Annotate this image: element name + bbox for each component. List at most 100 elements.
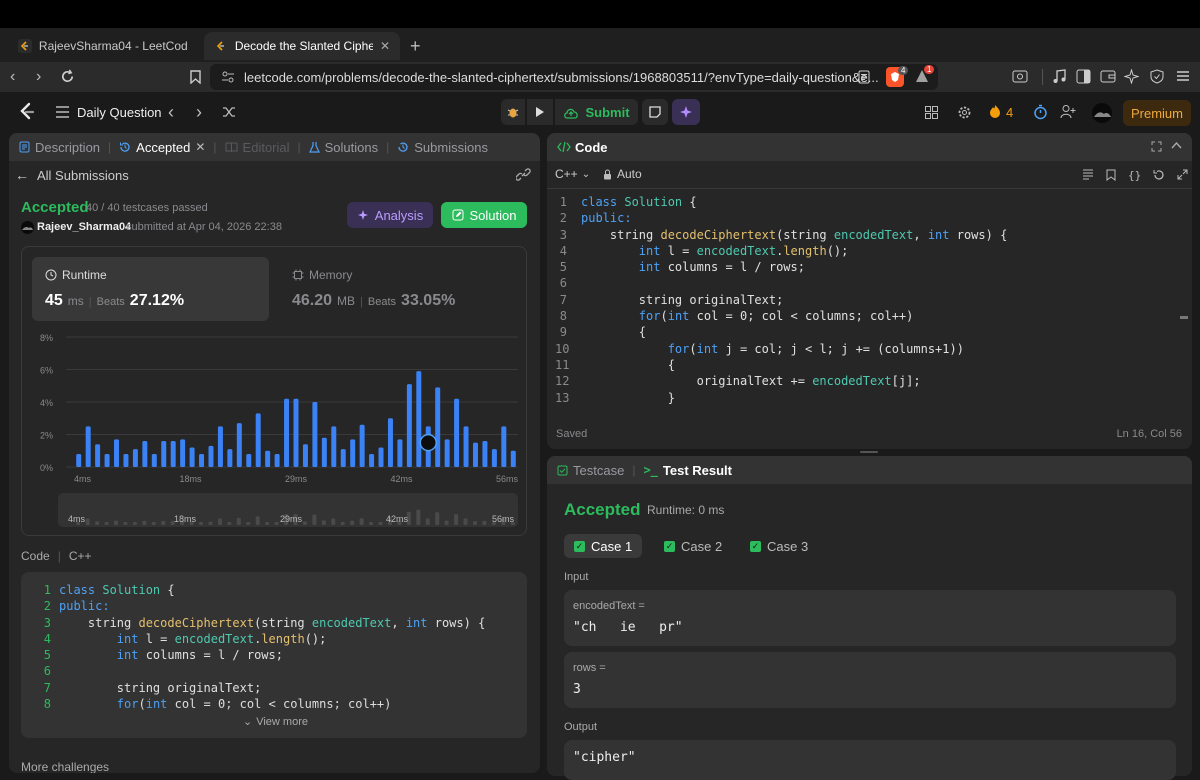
tab-description[interactable]: Description xyxy=(9,140,108,155)
system-menu-bar xyxy=(0,0,1200,28)
bookmark-icon[interactable] xyxy=(190,70,201,84)
reload-icon[interactable] xyxy=(60,69,75,84)
browser-tab-problem[interactable]: Decode the Slanted Ciphertext ✕ xyxy=(204,32,400,60)
auto-mode-label: Auto xyxy=(617,167,642,181)
navigator-bar xyxy=(425,518,430,525)
runtime-distribution-chart[interactable]: 8% 6% 4% 2% 0% 4ms 18ms 29ms 42ms 56ms 4ms 18ms 29ms… xyxy=(22,327,526,537)
submission-status: Accepted xyxy=(21,199,89,216)
auto-mode-toggle[interactable]: Auto xyxy=(603,167,642,181)
code-line: 7 string originalText; xyxy=(555,292,1175,308)
description-icon xyxy=(19,141,30,153)
tab-solutions[interactable]: Solutions xyxy=(301,140,386,155)
view-more-button[interactable]: ⌄ View more xyxy=(243,715,308,729)
random-problem-icon[interactable] xyxy=(222,105,236,119)
premium-button[interactable]: Premium xyxy=(1123,100,1191,126)
bookmark-icon[interactable] xyxy=(1106,169,1116,181)
language-select[interactable]: C++ ⌄ xyxy=(555,167,590,181)
line-number: 5 xyxy=(559,260,567,275)
code-line: 13 } xyxy=(555,390,1175,406)
leo-ai-icon[interactable] xyxy=(1124,69,1139,84)
submission-panel: Description | Accepted ✕ | Editorial | S… xyxy=(9,133,540,773)
user-avatar[interactable] xyxy=(21,221,34,234)
var-name: rows = xyxy=(573,662,606,674)
runtime-box[interactable]: Runtime 45 ms | Beats 27.12% xyxy=(32,257,269,321)
username-link[interactable]: Rajeev_Sharma04 xyxy=(37,221,131,233)
navigator-bar xyxy=(123,522,128,525)
settings-gear-icon[interactable] xyxy=(957,105,972,120)
expand-icon[interactable] xyxy=(1177,169,1188,180)
var-value: 3 xyxy=(573,682,581,697)
tab-submissions[interactable]: Submissions xyxy=(389,140,496,155)
address-bar[interactable]: leetcode.com/problems/decode-the-slanted… xyxy=(210,64,938,90)
share-link-icon[interactable] xyxy=(516,168,531,181)
problem-list-icon[interactable] xyxy=(56,106,69,118)
code-label: Code xyxy=(21,549,50,563)
runtime-bar xyxy=(501,426,507,467)
screenshot-icon[interactable] xyxy=(1012,69,1028,84)
runtime-bar xyxy=(369,454,375,467)
reader-mode-icon[interactable] xyxy=(858,70,870,84)
vpn-icon[interactable] xyxy=(1150,69,1164,84)
input-label: Input xyxy=(564,571,589,583)
submit-button[interactable]: Submit xyxy=(555,99,638,125)
runtime-bar xyxy=(284,398,290,467)
notes-button[interactable] xyxy=(642,99,668,125)
navigator-bar xyxy=(302,521,307,525)
braces-icon[interactable]: {} xyxy=(1128,169,1141,182)
tab-label: Editorial xyxy=(242,139,290,155)
fullscreen-icon[interactable] xyxy=(1151,141,1162,152)
case-1-tab[interactable]: ✓ Case 1 xyxy=(564,534,643,558)
music-icon[interactable] xyxy=(1052,69,1066,84)
tab-label: Accepted xyxy=(136,139,191,155)
memory-box[interactable]: Memory 46.20 MB | Beats 33.05% xyxy=(282,257,519,321)
next-problem-icon[interactable]: › xyxy=(196,102,202,123)
ai-assist-button[interactable] xyxy=(672,99,700,125)
case-3-tab[interactable]: ✓ Case 3 xyxy=(740,534,818,558)
tab-testcase[interactable]: Testcase xyxy=(547,463,632,478)
prev-problem-icon[interactable]: ‹ xyxy=(168,102,174,123)
runtime-bar xyxy=(274,454,280,467)
back-icon[interactable]: ‹ xyxy=(10,68,15,86)
panel-resize-handle[interactable] xyxy=(860,451,878,453)
close-tab-icon[interactable]: ✕ xyxy=(195,140,205,154)
browser-tab-title: RajeevSharma04 - LeetCode Profil xyxy=(38,39,188,53)
case-2-tab[interactable]: ✓ Case 2 xyxy=(654,534,732,558)
solution-button[interactable]: Solution xyxy=(441,202,527,228)
my-submission-marker xyxy=(419,433,438,452)
leetcode-logo-icon[interactable] xyxy=(18,102,36,122)
collapse-icon[interactable] xyxy=(1171,141,1182,149)
scrollbar-thumb[interactable] xyxy=(1180,316,1188,319)
debug-button[interactable] xyxy=(501,99,525,125)
layout-icon[interactable] xyxy=(925,106,938,119)
runtime-bar xyxy=(123,454,129,467)
reset-icon[interactable] xyxy=(1153,169,1165,181)
runtime-beats: 27.12% xyxy=(129,292,185,309)
new-tab-icon[interactable]: + xyxy=(410,36,421,57)
add-collaborator-icon[interactable] xyxy=(1060,104,1076,119)
runtime-bar xyxy=(104,454,110,467)
tab-test-result[interactable]: >_ Test Result xyxy=(635,463,740,478)
history-icon xyxy=(120,142,130,152)
daily-question-link[interactable]: Daily Question xyxy=(77,105,162,120)
avatar[interactable] xyxy=(1092,103,1112,123)
code-line: 6 xyxy=(555,275,1175,291)
sidebar-icon[interactable] xyxy=(1076,69,1091,84)
close-tab-icon[interactable]: ✕ xyxy=(380,39,390,53)
menu-icon[interactable] xyxy=(1176,69,1190,83)
run-button[interactable] xyxy=(527,99,553,125)
forward-icon[interactable]: › xyxy=(36,68,41,86)
tab-accepted[interactable]: Accepted ✕ xyxy=(111,140,213,155)
browser-tab-profile[interactable]: RajeevSharma04 - LeetCode Profil xyxy=(8,32,198,60)
all-submissions-link[interactable]: ← All Submissions xyxy=(15,167,129,183)
timer-icon[interactable] xyxy=(1033,104,1048,120)
runtime-bar xyxy=(359,424,365,467)
runtime-bar xyxy=(293,398,299,467)
analysis-button[interactable]: Analysis xyxy=(347,202,433,228)
code-icon xyxy=(557,141,571,153)
tab-editorial[interactable]: Editorial xyxy=(217,140,298,155)
format-icon[interactable] xyxy=(1082,169,1094,180)
site-settings-icon[interactable] xyxy=(221,70,235,84)
streak-fire-icon[interactable] xyxy=(989,104,1001,119)
code-editor[interactable]: 1 class Solution {2 public: 3 string decode… xyxy=(555,194,1175,412)
wallet-icon[interactable] xyxy=(1100,69,1116,84)
